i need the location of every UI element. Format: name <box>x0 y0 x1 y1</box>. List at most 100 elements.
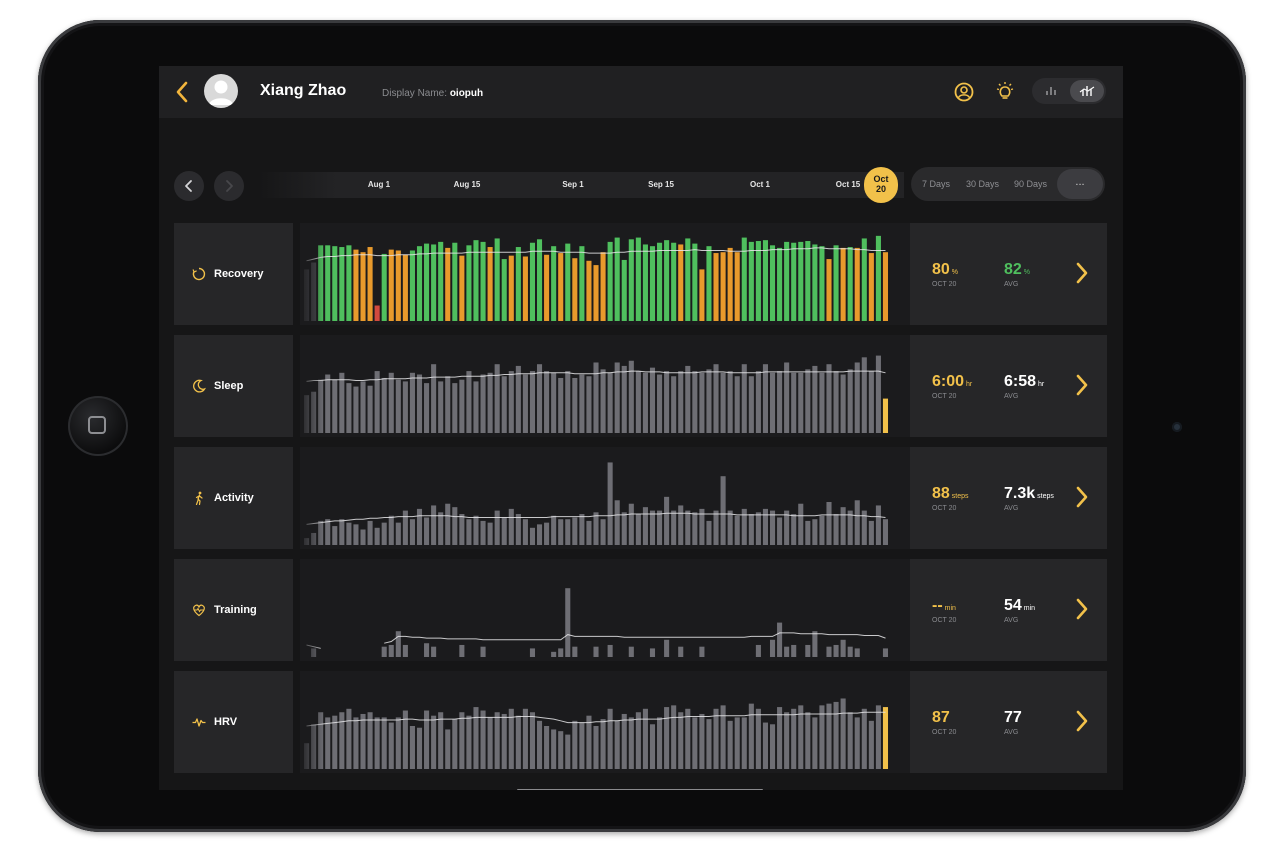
range-selector: 7 Days 30 Days 90 Days ... <box>911 167 1105 201</box>
average-value-number: 82 <box>1004 261 1022 278</box>
chevron-right-icon[interactable] <box>1072 485 1092 509</box>
current-value-caption: OCT 20 <box>932 281 957 288</box>
metric-row-sleep: Sleep 6:00 hr OCT 20 6:58 hr AVG <box>174 335 1107 437</box>
range-option-7-days[interactable]: 7 Days <box>922 179 950 189</box>
current-value: 80% OCT 20 <box>932 261 958 288</box>
average-value: 54 min AVG <box>1004 597 1035 624</box>
current-value-unit: min <box>944 605 956 612</box>
chevron-right-icon[interactable] <box>1072 261 1092 285</box>
timeline-label: Oct 1 <box>749 180 771 189</box>
metric-stat-card: 6:00 hr OCT 20 6:58 hr AVG <box>910 335 1107 437</box>
hrv-chart-svg <box>300 671 910 773</box>
current-value-unit: % <box>951 269 959 276</box>
chart-fade-overlay <box>300 447 910 549</box>
display-name-label: Display Name: <box>382 88 448 99</box>
chart-fade-overlay <box>300 223 910 325</box>
average-value: 7.3k steps AVG <box>1004 485 1054 512</box>
current-value-number: 88 <box>932 485 950 502</box>
current-date-day: 20 <box>875 184 886 194</box>
chevron-right-icon[interactable] <box>1072 709 1092 733</box>
app-screen: Xiang Zhao Display Name: oiopuh Aug 1 Au… <box>159 66 1123 790</box>
chevron-right-icon[interactable] <box>1072 597 1092 621</box>
current-value-number: 80 <box>932 261 950 278</box>
metric-label-card[interactable]: Recovery <box>174 223 293 325</box>
chevron-left-icon <box>185 180 192 192</box>
timeline-label: Oct 15 <box>835 180 861 189</box>
activity-chart-svg <box>300 447 910 549</box>
metric-label: Sleep <box>214 380 244 392</box>
current-value-caption: OCT 20 <box>932 729 957 736</box>
avatar[interactable] <box>204 74 238 108</box>
training-chart-svg <box>300 559 910 661</box>
average-value-number: 6:58 <box>1004 373 1037 390</box>
moon-icon <box>193 379 206 393</box>
prev-period-button[interactable] <box>174 171 204 201</box>
timeline-label: Aug 15 <box>453 180 481 189</box>
metric-stat-card: 88 steps OCT 20 7.3k steps AVG <box>910 447 1107 549</box>
recovery-icon <box>192 267 206 281</box>
metric-label: HRV <box>214 716 238 728</box>
user-circle-icon[interactable] <box>952 80 976 104</box>
avatar-icon <box>209 80 233 105</box>
chart-fade-overlay <box>300 559 910 661</box>
current-value-number: 87 <box>932 709 950 726</box>
metric-label: Recovery <box>214 268 264 280</box>
current-value-unit: hr <box>966 381 973 388</box>
lightbulb-icon[interactable] <box>993 80 1017 104</box>
current-value-caption: OCT 20 <box>932 393 957 400</box>
metric-label: Activity <box>214 492 254 504</box>
current-value-caption: OCT 20 <box>932 505 957 512</box>
metric-label-card[interactable]: Training <box>174 559 293 661</box>
trend-chart-icon <box>1079 86 1095 96</box>
current-value: -- min OCT 20 <box>932 597 956 624</box>
metric-row-training: Training -- min OCT 20 54 min AVG <box>174 559 1107 661</box>
home-indicator <box>517 789 763 790</box>
average-value-unit: hr <box>1038 381 1045 388</box>
range-option-90-days[interactable]: 90 Days <box>1014 179 1047 189</box>
average-value: 77 AVG <box>1004 709 1024 736</box>
metric-label-card[interactable]: Activity <box>174 447 293 549</box>
home-button[interactable] <box>68 396 128 456</box>
back-icon[interactable] <box>169 78 197 106</box>
current-value-number: -- <box>932 597 943 614</box>
view-toggle <box>1032 78 1106 104</box>
bar-chart-icon <box>1046 87 1056 95</box>
average-value-number: 7.3k <box>1004 485 1036 502</box>
metric-row-activity: Activity 88 steps OCT 20 7.3k steps AVG <box>174 447 1107 549</box>
current-value: 88 steps OCT 20 <box>932 485 969 512</box>
metric-row-hrv: HRV 87 OCT 20 77 AVG <box>174 671 1107 773</box>
sleep-chart-svg <box>300 335 910 437</box>
chevron-right-icon <box>226 180 233 192</box>
metric-label-card[interactable]: HRV <box>174 671 293 773</box>
walking-icon <box>195 491 203 505</box>
trend-chart-view-button[interactable] <box>1070 80 1104 102</box>
average-value: 6:58 hr AVG <box>1004 373 1044 400</box>
display-name-value: oiopuh <box>449 88 484 99</box>
timeline-label: Sep 15 <box>648 180 674 189</box>
hrv-chart <box>300 671 910 773</box>
current-value: 87 OCT 20 <box>932 709 956 736</box>
average-value-number: 77 <box>1004 709 1022 726</box>
current-date-marker[interactable]: Oct 20 <box>864 167 898 203</box>
metric-label-card[interactable]: Sleep <box>174 335 293 437</box>
average-value-unit: % <box>1023 269 1031 276</box>
training-chart <box>300 559 910 661</box>
chevron-right-icon[interactable] <box>1072 373 1092 397</box>
activity-chart <box>300 447 910 549</box>
next-period-button[interactable] <box>214 171 244 201</box>
average-value-caption: AVG <box>1004 505 1019 512</box>
timeline-label: Aug 1 <box>367 180 391 189</box>
average-value-unit: min <box>1023 605 1036 612</box>
metric-label: Training <box>214 604 257 616</box>
metric-row-recovery: Recovery 80% OCT 20 82% AVG <box>174 223 1107 325</box>
home-button-icon <box>88 416 106 434</box>
bar-chart-view-button[interactable] <box>1034 80 1068 102</box>
range-option-30-days[interactable]: 30 Days <box>966 179 999 189</box>
average-value-unit: steps <box>1037 493 1054 500</box>
sleep-chart <box>300 335 910 437</box>
current-value-unit: steps <box>951 493 969 500</box>
recovery-chart <box>300 223 910 325</box>
range-more-button[interactable]: ... <box>1057 169 1103 199</box>
average-value-caption: AVG <box>1004 393 1019 400</box>
camera-icon <box>1172 422 1182 432</box>
